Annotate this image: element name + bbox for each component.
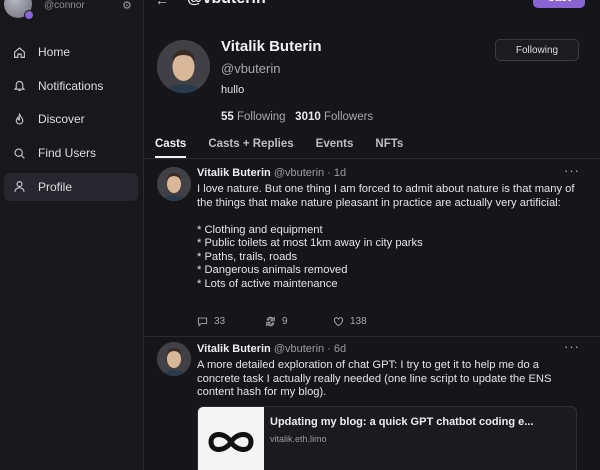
reply-count: 33 [214,316,226,327]
sidebar-item-discover[interactable]: Discover [4,105,138,133]
followers-count[interactable]: 3010 [295,111,321,123]
user-icon [14,181,25,193]
bell-icon [13,81,26,92]
gear-icon[interactable]: ⚙ [122,0,134,12]
sidebar: @connor ⚙ Home Notifications Discover Fi… [0,0,144,470]
flame-icon [15,112,24,125]
link-title: Updating my blog: a quick GPT chatbot co… [270,416,534,428]
verified-badge-icon [24,10,34,20]
cast-header: Vitalik Buterin @vbuterin · 1d [197,167,346,179]
author-meta: @vbuterin · 6d [273,343,347,355]
recast-icon [266,316,275,327]
tab-nfts[interactable]: NFTs [375,138,403,158]
sidebar-item-label: Home [38,45,71,59]
following-count[interactable]: 55 [221,111,234,123]
more-options-icon[interactable]: ··· [564,163,580,178]
reply-button[interactable]: 33 [197,316,265,327]
more-options-icon[interactable]: ··· [564,339,580,354]
avatar [157,167,191,201]
like-count: 138 [350,316,367,327]
following-button[interactable]: Following [495,39,579,61]
followers-label[interactable]: Followers [324,111,373,123]
profile-avatar [157,40,210,93]
heart-icon [333,317,344,327]
tab-casts-replies[interactable]: Casts + Replies [208,138,293,158]
cast-button[interactable]: Cast [533,0,585,8]
avatar [4,0,34,20]
cast-text: I love nature. But one thing I am forced… [197,183,575,290]
tab-events[interactable]: Events [316,138,354,158]
tab-casts[interactable]: Casts [155,138,187,158]
avatar [157,342,191,376]
link-preview-card[interactable]: Updating my blog: a quick GPT chatbot co… [197,406,577,470]
profile-stats: 55 Following 3010 Followers [221,111,373,123]
profile-name: Vitalik Buterin [221,38,322,55]
profile-tabs: Casts Casts + Replies Events NFTs [155,138,425,158]
search-icon [14,148,25,159]
profile-handle: @vbuterin [221,61,281,76]
recast-count: 9 [282,316,288,327]
sidebar-item-home[interactable]: Home [4,38,138,66]
top-bar: ← @vbuterin Cast [145,0,600,10]
watermark [516,462,596,470]
cast-item[interactable]: Vitalik Buterin @vbuterin · 1d ··· I lov… [145,159,600,337]
link-thumbnail [198,407,264,470]
following-label[interactable]: Following [237,111,286,123]
page-title: @vbuterin [187,0,266,8]
back-arrow-icon[interactable]: ← [155,0,169,8]
sidebar-item-profile[interactable]: Profile [4,172,138,201]
sidebar-item-label: Notifications [38,78,104,93]
sidebar-item-label: Discover [38,112,85,127]
author-name[interactable]: Vitalik Buterin [197,343,271,355]
like-button[interactable]: 138 [333,316,401,327]
comment-icon [197,317,208,327]
infinity-icon [208,432,254,452]
cast-text: A more detailed exploration of chat GPT:… [197,359,555,398]
home-icon [14,46,25,58]
recast-button[interactable]: 9 [265,316,333,327]
account-handle: @connor [44,0,85,11]
sidebar-item-label: Find Users [38,146,97,161]
profile-bio: hullo [221,84,245,96]
sidebar-item-label: Profile [38,179,73,194]
main-content: ← @vbuterin Cast Vitalik Buterin @vbuter… [145,0,600,470]
sidebar-item-find-users[interactable]: Find Users [4,139,138,167]
link-domain: vitalik.eth.limo [270,434,327,444]
sidebar-nav: Home Notifications Discover Find Users P… [4,38,138,206]
author-meta: @vbuterin · 1d [273,167,347,179]
cast-header: Vitalik Buterin @vbuterin · 6d [197,343,346,355]
author-name[interactable]: Vitalik Buterin [197,167,271,179]
account-switcher[interactable]: @connor ⚙ [4,0,132,20]
sidebar-item-notifications[interactable]: Notifications [4,72,138,100]
cast-actions: 33 9 138 [197,316,401,327]
